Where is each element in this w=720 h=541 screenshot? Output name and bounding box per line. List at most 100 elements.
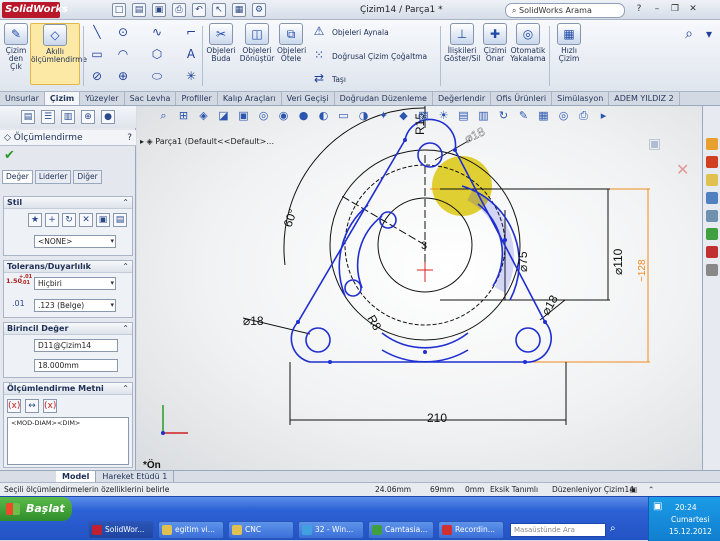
section-view-icon[interactable]: ◪ [215, 108, 232, 124]
mirror-button[interactable]: Objeleri Aynala [332, 28, 389, 37]
graphics-area[interactable]: ~128 R15 ⌀18 60° 3 ⌀75 ⌀110 ⌀18 ⌀18 R8 2… [137, 106, 702, 470]
appearances-icon[interactable] [706, 228, 718, 240]
sketch-canvas[interactable]: ~128 R15 ⌀18 60° 3 ⌀75 ⌀110 ⌀18 ⌀18 R8 2… [137, 106, 702, 470]
confirmation-corner-sketch[interactable]: ▣ [648, 136, 661, 152]
display-pane-icon[interactable]: ▥ [475, 108, 492, 124]
render-icon[interactable]: ◎ [555, 108, 572, 124]
realview-icon[interactable]: ✦ [375, 108, 392, 124]
line-icon[interactable]: ╲ [88, 24, 106, 40]
decals-icon[interactable]: ◆ [395, 108, 412, 124]
taskbar-window[interactable]: 32 - Win... [298, 521, 364, 539]
options-icon[interactable]: ⚙ [252, 3, 266, 17]
new-icon[interactable]: □ [112, 3, 126, 17]
dim-d18-right[interactable]: ⌀18 [538, 292, 561, 317]
scene-icon[interactable]: ◐ [315, 108, 332, 124]
inspection-icon[interactable]: (x) [43, 399, 57, 413]
tab-5[interactable]: Kalıp Araçları [218, 92, 282, 105]
delete-style-icon[interactable]: ✕ [79, 213, 93, 227]
cameras-icon[interactable]: ▤ [455, 108, 472, 124]
fillet-icon[interactable]: ⌐ [182, 24, 200, 40]
print-icon[interactable]: ⎙ [172, 3, 186, 17]
feature-manager-icon[interactable]: ☰ [41, 110, 55, 124]
dim-r8[interactable]: R8 [364, 313, 384, 334]
rebuild-status-icon[interactable]: ▣ [630, 483, 637, 496]
tab-7[interactable]: Doğrudan Düzenleme [335, 92, 433, 105]
dimension-text-group-title[interactable]: Ölçümlendirme Metni ⌃ [4, 383, 132, 395]
mirror-icon[interactable]: ⚠ [310, 23, 328, 39]
tab-2[interactable]: Yüzeyler [80, 92, 125, 105]
load-style-icon[interactable]: ▤ [113, 213, 127, 227]
help-icon[interactable]: ? [632, 3, 646, 15]
rebuild-icon[interactable]: ↻ [495, 108, 512, 124]
tab-11[interactable]: ADEM YILDIZ 2 [609, 92, 680, 105]
rectangle-icon[interactable]: ▭ [88, 46, 106, 62]
rebuild-icon[interactable]: ▦ [232, 3, 246, 17]
view-settings-icon[interactable]: ▭ [335, 108, 352, 124]
shadows-icon[interactable]: ◑ [355, 108, 372, 124]
taskbar-recording[interactable]: Recordin... [438, 521, 504, 539]
search-commands-icon[interactable]: ⌕ [680, 26, 698, 42]
custom-properties-icon[interactable] [706, 246, 718, 258]
style-group-title[interactable]: Stil ⌃ [4, 197, 132, 209]
linear-pattern-button[interactable]: Doğrusal Çizim Çoğaltma [332, 52, 427, 61]
hide-show-icon[interactable]: ◉ [275, 108, 292, 124]
select-icon[interactable]: ↖ [212, 3, 226, 17]
taskbar-egitim[interactable]: egitim vi... [158, 521, 224, 539]
exit-sketch-button[interactable]: ✎ Çizim den Çık [3, 23, 29, 71]
favorite-icon[interactable]: ★ [28, 213, 42, 227]
dim-angle-60[interactable]: 60° [281, 207, 300, 229]
dim-d110[interactable]: ⌀110 [611, 248, 625, 275]
tab-9[interactable]: Ofis Ürünleri [491, 92, 553, 105]
tab-other[interactable]: Diğer [73, 170, 102, 184]
units-icon[interactable]: ⌃ [648, 483, 654, 496]
spline-icon[interactable]: ∿ [148, 24, 166, 40]
plane-icon[interactable]: ✳ [182, 68, 200, 84]
start-button[interactable]: Başlat [0, 497, 72, 521]
style-select[interactable]: <NONE> ▾ [34, 235, 116, 248]
smart-dimension-button[interactable]: ◇ Akıllı ölçümlendirme [30, 23, 87, 85]
lights-icon[interactable]: ☀ [435, 108, 452, 124]
solidworks-logo[interactable]: SolidWorks [2, 2, 68, 18]
help-icon[interactable]: ? [127, 130, 132, 146]
center-dim-icon[interactable]: ↔ [25, 399, 39, 413]
offset-entities-button[interactable]: ⧉ Objeleri Ötele [277, 23, 306, 63]
appearance-icon[interactable]: ● [101, 110, 115, 124]
tab-6[interactable]: Veri Geçişi [282, 92, 335, 105]
file-explorer-icon[interactable] [706, 174, 718, 186]
polygon-icon[interactable]: ⬡ [148, 46, 166, 62]
dim-210[interactable]: 210 [427, 411, 447, 425]
print-icon[interactable]: ⎙ [575, 108, 592, 124]
trim-button[interactable]: ✂ Objeleri Buda [205, 23, 237, 63]
precision-select[interactable]: .123 (Belge) ▾ [34, 299, 116, 312]
tab-model[interactable]: Model [56, 471, 97, 482]
parentheses-icon[interactable]: (x) [7, 399, 21, 413]
ellipse-icon[interactable]: ⬭ [148, 68, 166, 84]
flyout-feature-tree[interactable]: ▸ ◈ Parça1 (Default<<Default>... [140, 137, 274, 146]
save-icon[interactable]: ▣ [152, 3, 166, 17]
rapid-sketch-button[interactable]: ▦ Hızlı Çizim [552, 23, 586, 63]
appearance-icon[interactable]: ● [295, 108, 312, 124]
clock-time[interactable]: 20:24 [675, 503, 697, 512]
dim-d18-left[interactable]: ⌀18 [243, 314, 264, 328]
config-manager-icon[interactable]: ▥ [61, 110, 75, 124]
expand-icon[interactable]: ▾ [700, 26, 718, 42]
search-icon[interactable]: ⌕ [610, 523, 616, 534]
zoom-fit-icon[interactable]: ⌕ [155, 108, 172, 124]
taskbar-solidworks[interactable]: SolidWor... [88, 521, 154, 539]
repair-sketch-button[interactable]: ✚ Çizimi Onar [482, 23, 508, 63]
primary-value-group-title[interactable]: Birincil Değer ⌃ [4, 323, 132, 335]
circle-icon[interactable]: ⊙ [114, 24, 132, 40]
update-style-icon[interactable]: ↻ [62, 213, 76, 227]
dim-d75[interactable]: ⌀75 [516, 251, 530, 272]
tab-leaders[interactable]: Liderler [34, 170, 72, 184]
confirmation-corner-cancel[interactable]: ✕ [676, 160, 689, 179]
tab-10[interactable]: Simülasyon [552, 92, 610, 105]
taskbar-camtasia[interactable]: Camtasia... [368, 521, 434, 539]
tab-0[interactable]: Unsurlar [0, 92, 45, 105]
view-cube-icon[interactable]: ◈ [195, 108, 212, 124]
open-icon[interactable]: ▤ [132, 3, 146, 17]
display-style-icon[interactable]: ◎ [255, 108, 272, 124]
dimension-name-field[interactable]: D11@Çizim14 [34, 339, 118, 352]
ok-check-button[interactable]: ✔ [4, 148, 15, 163]
taskbar-cnc[interactable]: CNC [228, 521, 294, 539]
